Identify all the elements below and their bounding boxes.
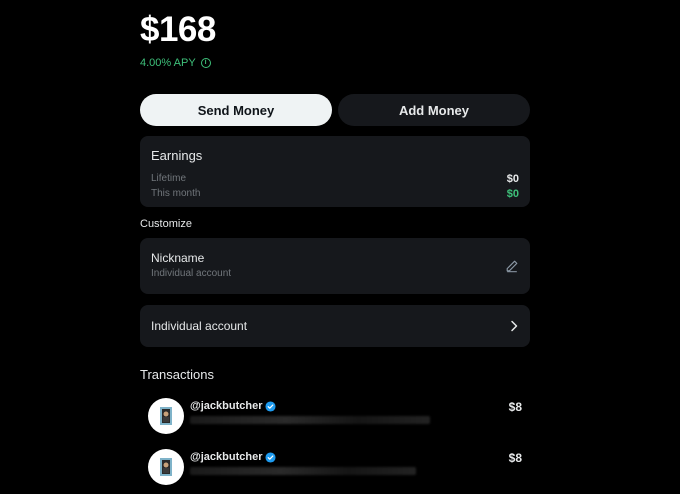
earnings-card: Earnings Lifetime $0 This month $0 [140,136,530,207]
nickname-title: Nickname [151,251,205,265]
nickname-card[interactable]: Nickname Individual account [140,238,530,294]
balance-amount: $168 [140,10,216,49]
earnings-row-month: This month $0 [151,188,519,200]
apy-label: 4.00% APY [140,57,196,69]
transaction-item[interactable]: @jackbutcher $8 [148,398,522,438]
pencil-icon[interactable] [505,259,519,273]
verified-badge-icon [265,400,277,412]
action-buttons: Send Money Add Money [140,94,530,126]
earnings-row-lifetime: Lifetime $0 [151,173,519,185]
apy-rate: 4.00% APY i [140,57,211,69]
chevron-right-icon [511,320,518,332]
earnings-row-label: This month [151,188,201,199]
info-icon[interactable]: i [200,58,211,68]
earnings-row-label: Lifetime [151,173,187,184]
handle-text: @jackbutcher [190,451,263,463]
earnings-row-value: $0 [506,173,519,185]
transaction-amount: $8 [508,400,522,414]
transactions-heading: Transactions [140,367,214,382]
handle-text: @jackbutcher [190,400,263,412]
transaction-item[interactable]: @jackbutcher $8 [148,449,522,489]
customize-heading: Customize [140,218,192,230]
transaction-amount: $8 [508,451,522,465]
account-type-label: Individual account [151,319,248,333]
avatar [148,398,184,434]
redacted-text [190,416,430,424]
earnings-row-value: $0 [506,188,519,200]
send-money-button[interactable]: Send Money [140,94,332,126]
transaction-handle: @jackbutcher [190,400,277,412]
transaction-handle: @jackbutcher [190,451,277,463]
avatar [148,449,184,485]
add-money-button[interactable]: Add Money [338,94,530,126]
redacted-text [190,467,416,475]
earnings-title: Earnings [151,148,203,163]
account-type-row[interactable]: Individual account [140,305,530,347]
verified-badge-icon [265,451,277,463]
nickname-subtitle: Individual account [151,268,232,279]
